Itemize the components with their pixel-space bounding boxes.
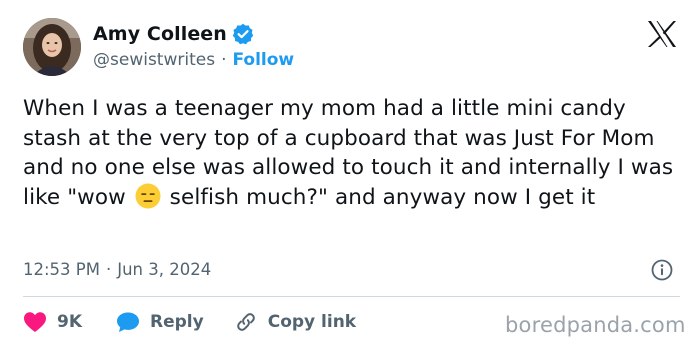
info-icon[interactable] bbox=[651, 259, 673, 281]
like-button[interactable]: 9K bbox=[23, 311, 82, 333]
tweet-text-part-2: selfish much?" and anyway now I get it bbox=[162, 184, 596, 210]
copy-link-button[interactable]: Copy link bbox=[234, 310, 356, 334]
watermark: boredpanda.com bbox=[505, 313, 686, 337]
reply-label: Reply bbox=[150, 312, 204, 332]
divider bbox=[23, 296, 680, 297]
reply-button[interactable]: Reply bbox=[116, 311, 204, 333]
expressionless-face-emoji-icon bbox=[135, 183, 161, 218]
author-handle-row: @sewistwrites · Follow bbox=[93, 49, 294, 71]
x-logo-icon[interactable] bbox=[647, 20, 677, 48]
avatar-image bbox=[23, 18, 81, 76]
author-name-row: Amy Colleen bbox=[93, 21, 254, 47]
link-icon bbox=[236, 313, 255, 331]
author-display-name[interactable]: Amy Colleen bbox=[93, 23, 227, 45]
tweet-date[interactable]: Jun 3, 2024 bbox=[117, 260, 211, 279]
tweet-text: When I was a teenager my mom had a littl… bbox=[23, 94, 683, 217]
verified-badge-icon bbox=[232, 23, 254, 45]
like-count: 9K bbox=[57, 312, 83, 332]
heart-icon bbox=[24, 312, 46, 332]
copy-link-label: Copy link bbox=[267, 312, 357, 332]
meta-separator: · bbox=[105, 259, 112, 279]
avatar[interactable] bbox=[23, 18, 81, 76]
tweet-meta-row: 12:53 PM · Jun 3, 2024 bbox=[23, 258, 211, 280]
follow-button[interactable]: Follow bbox=[232, 50, 294, 70]
tweet-time[interactable]: 12:53 PM bbox=[23, 260, 100, 279]
handle-separator: · bbox=[221, 50, 227, 70]
tweet-actions: 9K Reply Copy link bbox=[23, 309, 356, 335]
reply-bubble-icon bbox=[117, 312, 140, 332]
author-handle[interactable]: @sewistwrites bbox=[93, 50, 215, 70]
